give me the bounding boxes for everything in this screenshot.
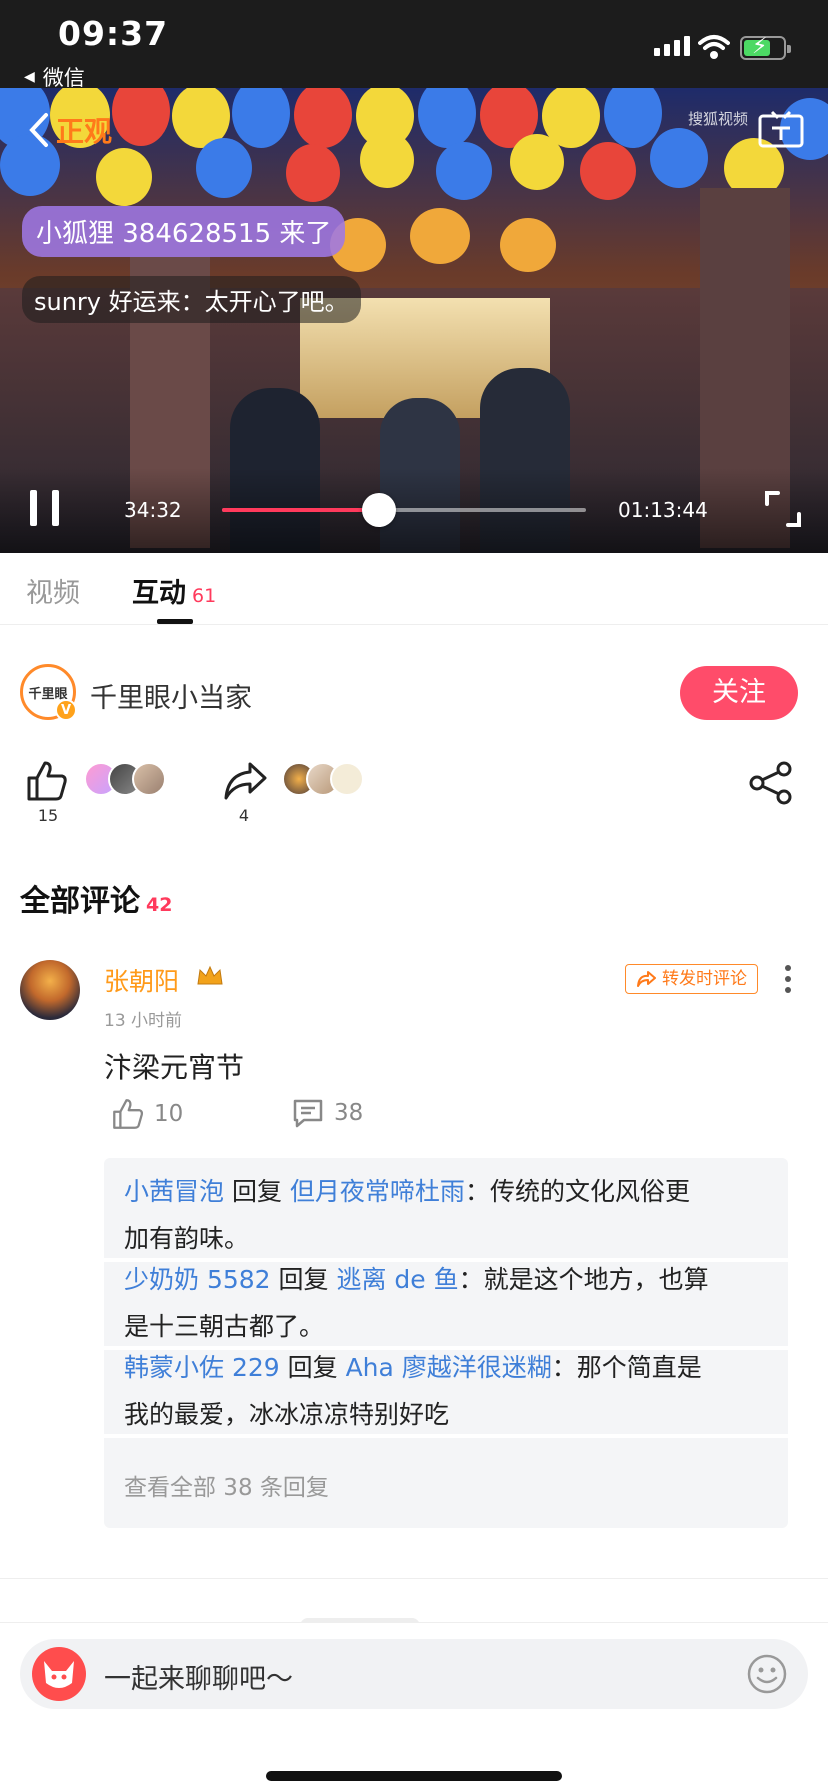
comment-like-count: 10 bbox=[154, 1101, 184, 1127]
tab-indicator bbox=[157, 619, 193, 624]
commenter-avatar[interactable] bbox=[20, 960, 80, 1020]
reply-list: 小茜冒泡 回复 但月夜常啼杜雨：传统的文化风俗更加有韵味。 少奶奶 5582 回… bbox=[104, 1158, 788, 1528]
pause-icon[interactable] bbox=[28, 488, 62, 528]
reply-user[interactable]: 少奶奶 5582 bbox=[124, 1265, 271, 1294]
view-all-replies-link[interactable]: 查看全部 38 条回复 bbox=[124, 1468, 329, 1502]
reply-verb: 回复 bbox=[224, 1177, 290, 1206]
reply-item[interactable]: 韩蒙小佐 229 回复 Aha 廖越洋很迷糊：那个简直是我的最爱，冰冰凉凉特别好… bbox=[124, 1344, 774, 1438]
comment-input-placeholder: 一起来聊聊吧～ bbox=[104, 1664, 293, 1695]
comment-input[interactable]: 一起来聊聊吧～ bbox=[20, 1639, 808, 1709]
section-divider bbox=[0, 1578, 828, 1579]
status-time: 09:37 bbox=[58, 14, 169, 53]
reply-target[interactable]: Aha 廖越洋很迷糊 bbox=[346, 1353, 552, 1382]
reply-text-line2: 是十三朝古都了。 bbox=[124, 1312, 325, 1341]
reply-user[interactable]: 韩蒙小佐 229 bbox=[124, 1353, 280, 1382]
content-tabs: 视频 互动 61 bbox=[0, 553, 828, 625]
author-name[interactable]: 千里眼小当家 bbox=[90, 676, 252, 715]
progress-bar[interactable] bbox=[222, 493, 586, 527]
reply-user[interactable]: 小茜冒泡 bbox=[124, 1177, 224, 1206]
current-time: 34:32 bbox=[124, 498, 182, 522]
share-arrow-icon[interactable] bbox=[222, 760, 268, 802]
fox-mascot-icon bbox=[44, 1661, 74, 1688]
share-count: 4 bbox=[238, 806, 250, 825]
comment-bubble-icon bbox=[293, 1099, 323, 1128]
comment-reply-count: 38 bbox=[334, 1100, 364, 1126]
fullscreen-icon[interactable] bbox=[764, 490, 802, 528]
reply-target[interactable]: 逃离 de 鱼 bbox=[336, 1265, 458, 1294]
comments-count: 42 bbox=[146, 894, 173, 916]
progress-thumb[interactable] bbox=[361, 493, 396, 527]
status-bar: 09:37 ◀ 微信 ⚡ bbox=[0, 0, 828, 90]
reply-text-line2: 加有韵味。 bbox=[124, 1224, 250, 1253]
action-row: 15 4 bbox=[0, 752, 828, 832]
home-indicator bbox=[266, 1771, 562, 1781]
comment-reply-button[interactable]: 38 bbox=[292, 1098, 363, 1128]
reply-item[interactable]: 小茜冒泡 回复 但月夜常啼杜雨：传统的文化风俗更加有韵味。 bbox=[124, 1168, 774, 1262]
comment-time: 13 小时前 bbox=[104, 1011, 183, 1031]
emoji-icon[interactable] bbox=[746, 1653, 788, 1695]
total-time: 01:13:44 bbox=[618, 498, 708, 522]
follow-button[interactable]: 关注 bbox=[680, 666, 798, 720]
reply-text-line2: 我的最爱，冰冰凉凉特别好吃 bbox=[124, 1400, 450, 1429]
comment-text: 汴梁元宵节 bbox=[104, 1051, 245, 1084]
back-triangle-icon: ◀ bbox=[24, 69, 35, 85]
progress-played bbox=[222, 508, 379, 512]
tab-interaction[interactable]: 互动 61 bbox=[132, 571, 216, 610]
share-network-icon[interactable] bbox=[748, 760, 794, 806]
sharer-avatar bbox=[330, 762, 364, 796]
repost-arrow-icon bbox=[637, 971, 656, 987]
author-avatar[interactable]: 千里眼 V bbox=[20, 664, 77, 721]
more-options-icon[interactable] bbox=[784, 964, 792, 994]
reply-verb: 回复 bbox=[279, 1353, 346, 1382]
crown-icon bbox=[197, 965, 223, 985]
cellular-signal-icon bbox=[654, 36, 690, 56]
battery-icon: ⚡ bbox=[740, 35, 791, 60]
reply-text-line1: ：那个简直是 bbox=[551, 1353, 702, 1382]
comments-title: 全部评论 42 bbox=[20, 876, 172, 920]
liker-avatar bbox=[132, 762, 166, 796]
comments-title-label: 全部评论 bbox=[20, 884, 140, 919]
thumbs-up-icon bbox=[113, 1099, 143, 1129]
comment-like-button[interactable]: 10 bbox=[112, 1098, 183, 1130]
thumbs-up-icon[interactable] bbox=[26, 760, 68, 802]
user-avatar bbox=[32, 1647, 86, 1701]
reply-item[interactable]: 少奶奶 5582 回复 逃离 de 鱼：就是这个地方，也算是十三朝古都了。 bbox=[124, 1256, 774, 1350]
reply-text-line1: ：就是这个地方，也算 bbox=[458, 1265, 709, 1294]
tab-interaction-count: 61 bbox=[192, 585, 217, 607]
repost-comment-button[interactable]: 转发时评论 bbox=[625, 964, 758, 994]
reply-divider bbox=[104, 1434, 788, 1438]
comment-input-bar: 一起来聊聊吧～ bbox=[0, 1622, 828, 1792]
repost-label: 转发时评论 bbox=[662, 968, 747, 989]
tab-interaction-label: 互动 bbox=[132, 578, 186, 609]
video-player[interactable]: 正观 搜狐视频 小狐狸 384628515 来了 sunry 好运来：太开心了吧… bbox=[0, 88, 828, 553]
wifi-icon bbox=[698, 35, 730, 59]
reply-text-line1: ：传统的文化风俗更 bbox=[464, 1177, 690, 1206]
player-controls: 34:32 01:13:44 bbox=[0, 88, 828, 553]
author-row: 千里眼 V 千里眼小当家 关注 bbox=[0, 660, 828, 730]
commenter-name[interactable]: 张朝阳 bbox=[104, 962, 179, 998]
tab-video[interactable]: 视频 bbox=[26, 571, 80, 610]
verified-badge-icon: V bbox=[55, 699, 77, 721]
reply-verb: 回复 bbox=[270, 1265, 337, 1294]
like-count: 15 bbox=[37, 806, 59, 825]
reply-target[interactable]: 但月夜常啼杜雨 bbox=[290, 1177, 465, 1206]
